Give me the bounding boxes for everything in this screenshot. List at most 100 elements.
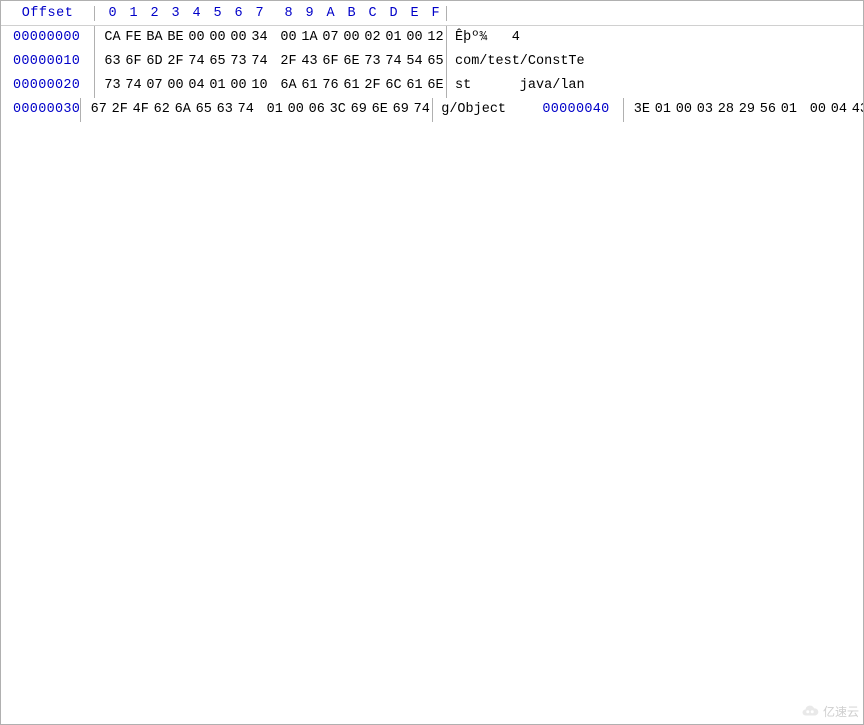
hex-byte[interactable]: 6E (369, 98, 390, 122)
col-header: F (425, 6, 446, 21)
bytes-cell[interactable]: 73740700040100106A6176612F6C616E (95, 74, 447, 98)
col-header: 3 (165, 6, 186, 21)
ascii-cell[interactable]: Êþº¾ 4 (447, 26, 585, 50)
hex-byte[interactable]: 43 (849, 98, 864, 122)
hex-byte[interactable]: 61 (299, 74, 320, 98)
hex-viewer[interactable]: Offset 0123456789ABCDEF 00000000CAFEBABE… (0, 0, 864, 725)
hex-byte[interactable]: 1A (299, 26, 320, 50)
col-header: 4 (186, 6, 207, 21)
hex-byte[interactable]: 67 (88, 98, 109, 122)
hex-byte[interactable]: 3C (327, 98, 348, 122)
hex-byte[interactable]: 00 (285, 98, 306, 122)
hex-byte[interactable]: 6E (425, 74, 446, 98)
hex-byte[interactable]: 03 (694, 98, 715, 122)
hex-byte[interactable]: 28 (715, 98, 736, 122)
hex-byte[interactable]: 63 (102, 50, 123, 74)
hex-byte[interactable]: 29 (736, 98, 757, 122)
watermark-text: 亿速云 (823, 703, 859, 720)
hex-byte[interactable]: 6A (172, 98, 193, 122)
hex-byte[interactable]: 6C (383, 74, 404, 98)
hex-byte[interactable]: 01 (264, 98, 285, 122)
hex-byte[interactable]: 00 (673, 98, 694, 122)
hex-byte[interactable]: 00 (207, 26, 228, 50)
hex-byte[interactable]: 69 (390, 98, 411, 122)
ascii-cell[interactable]: g/Object (433, 98, 530, 122)
hex-byte[interactable]: 34 (249, 26, 270, 50)
hex-byte[interactable]: 65 (425, 50, 446, 74)
hex-byte[interactable]: 6D (144, 50, 165, 74)
hex-byte[interactable]: 74 (249, 50, 270, 74)
hex-byte[interactable]: 2F (278, 50, 299, 74)
hex-byte[interactable]: 04 (186, 74, 207, 98)
hex-byte[interactable]: 00 (341, 26, 362, 50)
hex-byte[interactable]: 3E (631, 98, 652, 122)
hex-byte[interactable]: 06 (306, 98, 327, 122)
hex-row[interactable]: 00000000CAFEBABE00000034001A070002010012… (1, 26, 863, 50)
hex-byte[interactable]: 02 (362, 26, 383, 50)
offset-header: Offset (1, 6, 95, 21)
hex-byte[interactable]: 01 (383, 26, 404, 50)
offset-cell: 00000040 (530, 98, 624, 122)
hex-byte[interactable]: 76 (320, 74, 341, 98)
hex-byte[interactable]: 00 (807, 98, 828, 122)
hex-byte[interactable]: 00 (228, 74, 249, 98)
hex-byte[interactable]: 61 (341, 74, 362, 98)
bytes-cell[interactable]: 3E010003282956010004436F64650A00 (624, 98, 864, 122)
hex-byte[interactable]: 69 (348, 98, 369, 122)
hex-row[interactable]: 00000030672F4F626A6563740100063C696E6974… (1, 98, 863, 122)
hex-row[interactable]: 000000403E010003282956010004436F64650A00… (530, 98, 864, 122)
hex-byte[interactable]: 10 (249, 74, 270, 98)
hex-byte[interactable]: 74 (383, 50, 404, 74)
hex-byte[interactable]: 6A (278, 74, 299, 98)
hex-byte[interactable]: 65 (193, 98, 214, 122)
hex-byte[interactable]: 2F (109, 98, 130, 122)
hex-byte[interactable]: 73 (362, 50, 383, 74)
hex-byte[interactable]: 00 (228, 26, 249, 50)
hex-byte[interactable]: 56 (757, 98, 778, 122)
hex-byte[interactable]: 01 (207, 74, 228, 98)
hex-byte[interactable]: 6E (341, 50, 362, 74)
hex-row[interactable]: 0000002073740700040100106A6176612F6C616E… (1, 74, 863, 98)
hex-byte[interactable]: 4F (130, 98, 151, 122)
hex-byte[interactable]: 74 (235, 98, 256, 122)
hex-row[interactable]: 00000010636F6D2F746573742F436F6E73745465… (1, 50, 863, 74)
hex-byte[interactable]: 62 (151, 98, 172, 122)
hex-data-rows[interactable]: 00000000CAFEBABE00000034001A070002010012… (1, 26, 863, 122)
hex-byte[interactable]: 73 (228, 50, 249, 74)
hex-byte[interactable]: 00 (404, 26, 425, 50)
bytes-cell[interactable]: 672F4F626A6563740100063C696E6974 (81, 98, 433, 122)
hex-byte[interactable]: 2F (362, 74, 383, 98)
hex-byte[interactable]: 6F (320, 50, 341, 74)
hex-byte[interactable]: BA (144, 26, 165, 50)
hex-byte[interactable]: BE (165, 26, 186, 50)
hex-byte[interactable]: 74 (411, 98, 432, 122)
hex-byte[interactable]: 12 (425, 26, 446, 50)
hex-byte[interactable]: 00 (278, 26, 299, 50)
hex-byte[interactable]: 04 (828, 98, 849, 122)
hex-byte[interactable]: 63 (214, 98, 235, 122)
hex-byte[interactable]: 43 (299, 50, 320, 74)
hex-byte[interactable]: 07 (320, 26, 341, 50)
hex-byte[interactable]: 2F (165, 50, 186, 74)
hex-byte[interactable]: 73 (102, 74, 123, 98)
bytes-header: 0123456789ABCDEF (95, 6, 447, 21)
hex-byte[interactable]: 00 (186, 26, 207, 50)
col-header: E (404, 6, 425, 21)
ascii-cell[interactable]: st java/lan (447, 74, 585, 98)
hex-byte[interactable]: 01 (778, 98, 799, 122)
hex-byte[interactable]: 61 (404, 74, 425, 98)
bytes-cell[interactable]: CAFEBABE00000034001A070002010012 (95, 26, 447, 50)
hex-byte[interactable]: 01 (652, 98, 673, 122)
hex-byte[interactable]: FE (123, 26, 144, 50)
hex-byte[interactable]: 74 (186, 50, 207, 74)
hex-byte[interactable]: 07 (144, 74, 165, 98)
hex-byte[interactable]: CA (102, 26, 123, 50)
hex-byte[interactable]: 74 (123, 74, 144, 98)
hex-byte[interactable]: 6F (123, 50, 144, 74)
hex-byte[interactable]: 00 (165, 74, 186, 98)
hex-byte[interactable]: 65 (207, 50, 228, 74)
hex-byte[interactable]: 54 (404, 50, 425, 74)
col-header: 0 (102, 6, 123, 21)
bytes-cell[interactable]: 636F6D2F746573742F436F6E73745465 (95, 50, 447, 74)
ascii-cell[interactable]: com/test/ConstTe (447, 50, 585, 74)
